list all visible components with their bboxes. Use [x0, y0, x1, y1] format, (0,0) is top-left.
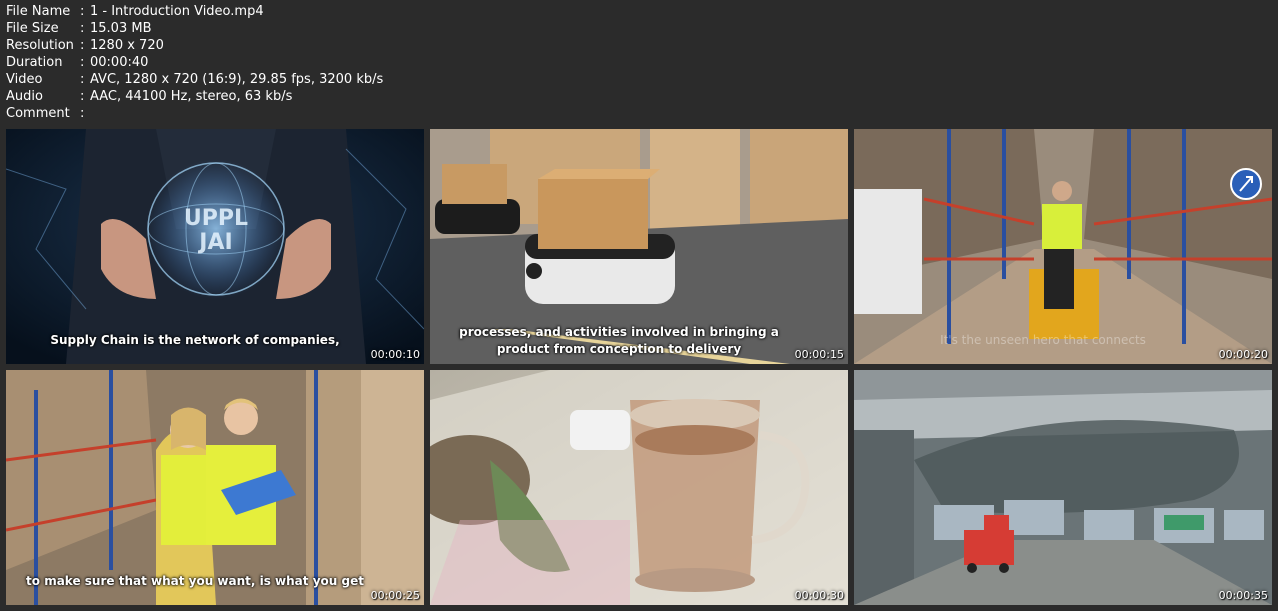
- info-row-audio: Audio: AAC, 44100 Hz, stereo, 63 kb/s: [6, 88, 383, 105]
- thumbnail-6[interactable]: 00:00:35: [854, 370, 1272, 605]
- info-key: Audio: [6, 89, 43, 104]
- info-separator: :: [80, 106, 85, 121]
- timestamp: 00:00:15: [794, 348, 844, 361]
- info-key: File Name: [6, 4, 71, 19]
- thumbnail-4[interactable]: to make sure that what you want, is what…: [6, 370, 424, 605]
- thumbnail-2[interactable]: processes, and activities involved in br…: [430, 129, 848, 364]
- info-key: Comment: [6, 106, 70, 121]
- thumbnail-1[interactable]: UPPL JAI Supply Chain is the network of …: [6, 129, 424, 364]
- info-row-comment: Comment:: [6, 105, 383, 122]
- subtitle: to make sure that what you want, is what…: [26, 574, 364, 588]
- info-separator: :: [80, 21, 85, 36]
- info-key: Video: [6, 72, 43, 87]
- timestamp: 00:00:35: [1218, 589, 1268, 602]
- thumbnail-5[interactable]: 00:00:30: [430, 370, 848, 605]
- info-separator: :: [80, 72, 85, 87]
- info-key: Duration: [6, 55, 63, 70]
- info-separator: :: [80, 89, 85, 104]
- info-value: 00:00:40: [90, 55, 149, 70]
- info-separator: :: [80, 4, 85, 19]
- frame-image-hangar-forklift: [854, 370, 1272, 605]
- timestamp: 00:00:25: [370, 589, 420, 602]
- timestamp: 00:00:20: [1218, 348, 1268, 361]
- info-key: Resolution: [6, 38, 74, 53]
- file-info-panel: File Name:1 - Introduction Video.mp4 Fil…: [6, 3, 383, 122]
- info-value: AVC, 1280 x 720 (16:9), 29.85 fps, 3200 …: [90, 72, 384, 87]
- info-row-file-name: File Name:1 - Introduction Video.mp4: [6, 3, 383, 20]
- timestamp: 00:00:10: [370, 348, 420, 361]
- thumbnail-3[interactable]: It's the unseen hero that connects 00:00…: [854, 129, 1272, 364]
- overlay-text-line1: UPPL: [184, 206, 248, 231]
- info-row-video: Video: AVC, 1280 x 720 (16:9), 29.85 fps,…: [6, 71, 383, 88]
- frame-image-workers-clipboard: [6, 370, 424, 605]
- frame-image-warehouse-aisle: [854, 129, 1272, 364]
- info-value: 1 - Introduction Video.mp4: [90, 4, 264, 19]
- info-value: 15.03 MB: [90, 21, 152, 36]
- subtitle: It's the unseen hero that connects: [940, 333, 1146, 347]
- subtitle: Supply Chain is the network of companies…: [50, 333, 340, 347]
- info-value: AAC, 44100 Hz, stereo, 63 kb/s: [90, 89, 293, 104]
- info-row-file-size: File Size:15.03 MB: [6, 20, 383, 37]
- frame-image-globe-hands: UPPL JAI: [6, 129, 424, 364]
- info-key: File Size: [6, 21, 59, 36]
- info-row-duration: Duration:00:00:40: [6, 54, 383, 71]
- subtitle: processes, and activities involved in br…: [459, 325, 779, 356]
- timestamp: 00:00:30: [794, 589, 844, 602]
- info-separator: :: [80, 38, 85, 53]
- info-row-resolution: Resolution:1280 x 720: [6, 37, 383, 54]
- info-separator: :: [80, 55, 85, 70]
- overlay-text-line2: JAI: [197, 230, 232, 255]
- info-value: 1280 x 720: [90, 38, 164, 53]
- frame-image-coffee-glass: [430, 370, 848, 605]
